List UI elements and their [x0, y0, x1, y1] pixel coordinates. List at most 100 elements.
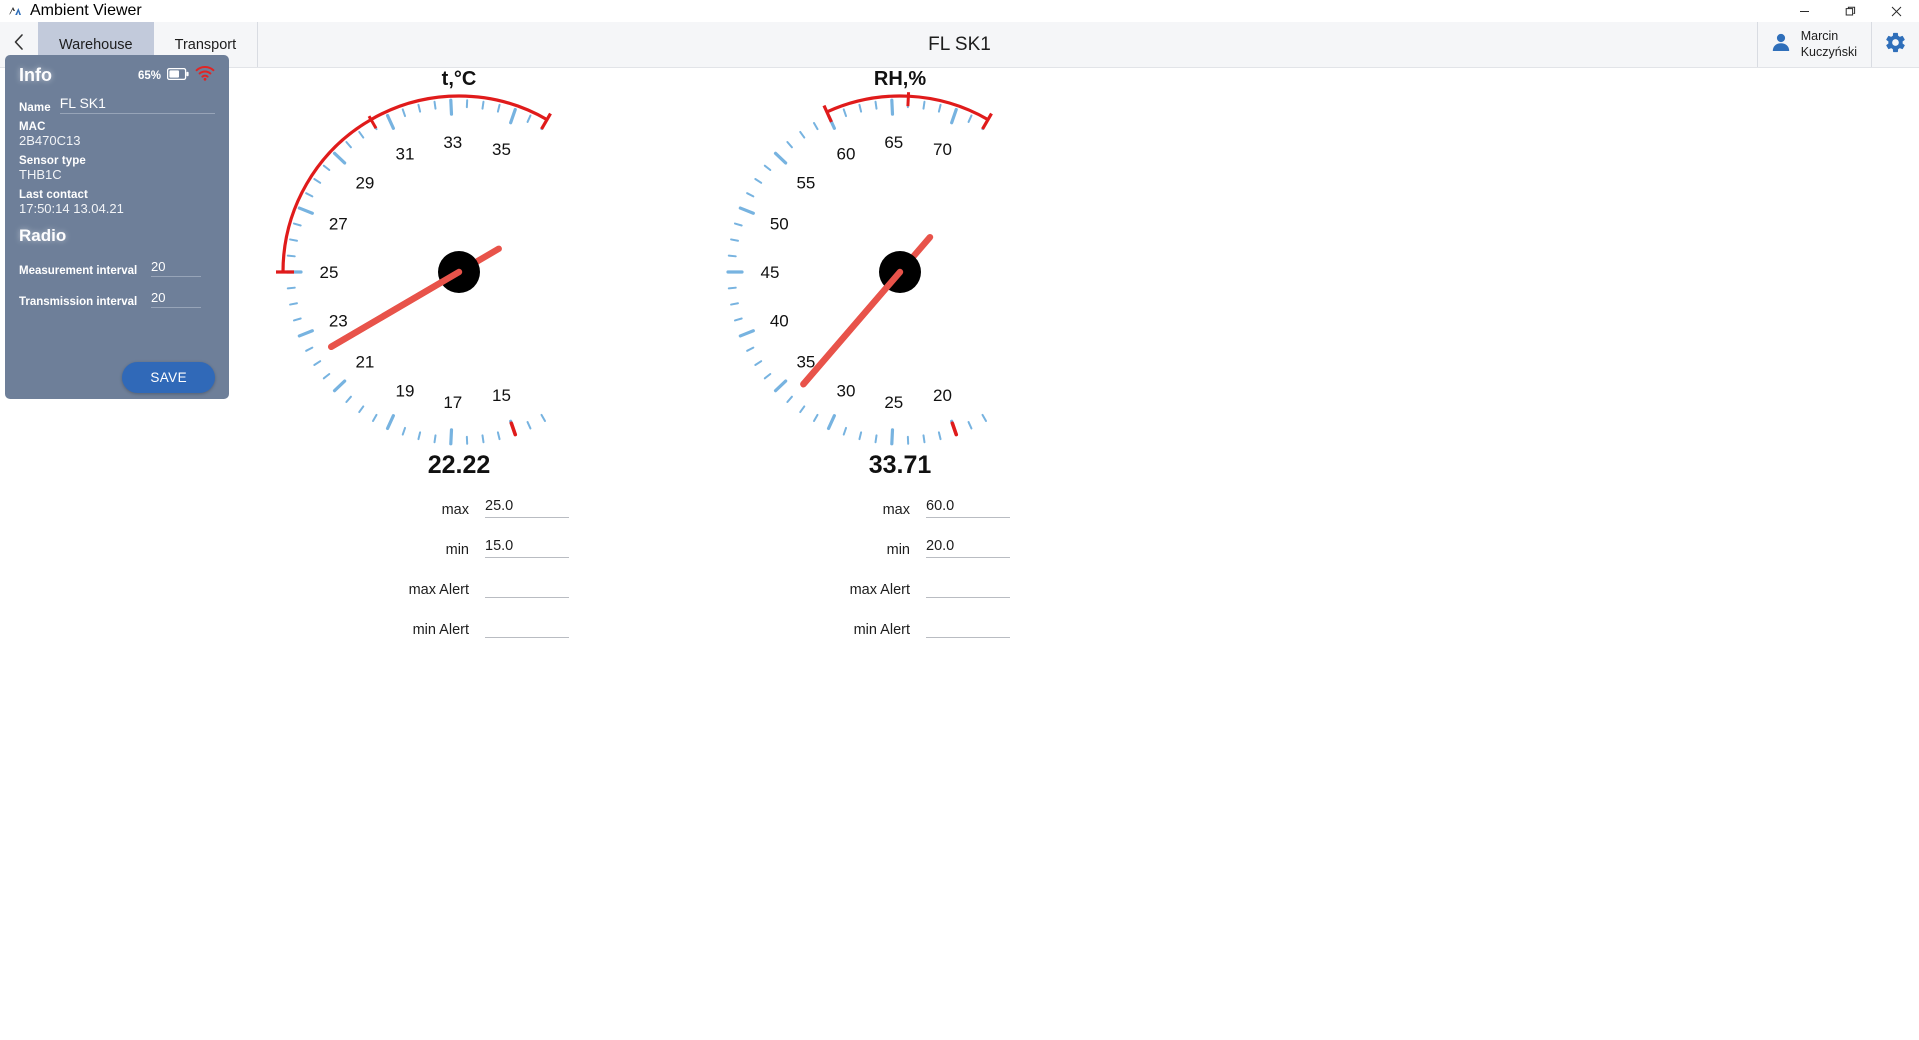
app-title: Ambient Viewer: [30, 2, 142, 19]
gauge-tick-label: 31: [396, 145, 415, 164]
gauge-minor-tick: [922, 434, 926, 444]
transmission-interval-row: Transmission interval 20: [19, 290, 215, 308]
gauge-tick-label: 65: [884, 133, 903, 152]
humidity-gauge-panel: RH,% 20 25 30 35 40 45 50 55 60 65 70 33.71 max 60…: [670, 55, 1130, 658]
gauge-minor-tick: [858, 431, 863, 441]
close-icon[interactable]: [1873, 0, 1919, 22]
temp-min-alert-label: min Alert: [412, 622, 469, 638]
gauge-minor-tick: [345, 141, 352, 149]
temp-min-alert-input[interactable]: [485, 618, 569, 638]
field-row: min 15.0: [229, 538, 689, 558]
device-name-row: Name FL SK1: [19, 95, 215, 114]
user-last-name: Kuczyński: [1800, 44, 1857, 59]
gauge-major-tick: [449, 428, 454, 446]
gauge-minor-tick: [358, 405, 365, 414]
gauge-minor-tick: [754, 178, 763, 184]
gauge-minor-tick: [937, 103, 942, 113]
gauge-minor-tick: [922, 100, 926, 110]
gauge-tick-label: 40: [770, 311, 789, 330]
gauge-minor-tick: [746, 192, 755, 198]
header-right-group: Marcin Kuczyński: [1756, 22, 1919, 67]
gauge-major-tick: [297, 206, 314, 215]
gauge-low-limit-marker: [509, 421, 518, 437]
gauge-minor-tick: [305, 346, 314, 352]
field-row: max Alert: [670, 578, 1130, 598]
maximize-restore-icon[interactable]: [1827, 0, 1873, 22]
rh-min-input[interactable]: 20.0: [926, 538, 1010, 558]
device-name-input[interactable]: FL SK1: [59, 95, 215, 114]
info-sidebar: Info 65% Name FL SK1 MAC 2B470C13 Sensor…: [5, 55, 229, 399]
gauge-tick-label: 21: [355, 353, 374, 372]
gauge-minor-tick: [417, 103, 422, 113]
gauge-minor-tick: [289, 302, 298, 306]
gauge-major-tick: [890, 98, 895, 116]
gauge-tick-label: 25: [884, 393, 903, 412]
gauge-tick-label: 35: [492, 140, 511, 159]
field-row: min Alert: [229, 618, 689, 638]
gauge-minor-tick: [526, 114, 532, 123]
gauge-minor-tick: [481, 100, 485, 110]
gauge-major-tick: [826, 414, 836, 431]
gauge-major-tick: [738, 206, 755, 215]
measurement-interval-input[interactable]: 20: [151, 259, 201, 277]
gauge-tick-label: 50: [770, 215, 789, 234]
mac-label: MAC: [19, 121, 46, 133]
gauge-tick-label: 70: [933, 140, 952, 159]
save-button[interactable]: SAVE: [122, 362, 215, 393]
rh-min-alert-input[interactable]: [926, 618, 1010, 638]
humidity-gauge-dial: 20 25 30 35 40 45 50 55 60 65 70: [670, 87, 1130, 457]
temp-max-alert-input[interactable]: [485, 578, 569, 598]
rh-max-alert-label: max Alert: [849, 582, 910, 598]
gauge-minor-tick: [842, 426, 848, 436]
sensor-type-field: Sensor type THB1C: [19, 155, 215, 182]
gauge-minor-tick: [754, 360, 763, 366]
radio-section-title: Radio: [19, 226, 67, 245]
sensor-type-value: THB1C: [19, 167, 62, 182]
gauge-minor-tick: [786, 395, 793, 403]
sidebar-header-row: Info 65%: [19, 65, 215, 86]
humidity-limit-fields: max 60.0 min 20.0 max Alert min Alert: [670, 498, 1130, 638]
gauge-minor-tick: [981, 413, 987, 422]
last-contact-label: Last contact: [19, 189, 88, 201]
gauge-major-tick: [950, 107, 958, 125]
settings-button[interactable]: [1871, 22, 1919, 67]
gauge-minor-tick: [313, 178, 322, 184]
gauge-minor-tick: [786, 141, 793, 149]
person-icon: [1770, 31, 1792, 58]
gauge-tick-label: 60: [837, 145, 856, 164]
gauge-minor-tick: [799, 130, 806, 139]
mac-field: MAC 2B470C13: [19, 121, 215, 148]
user-profile[interactable]: Marcin Kuczyński: [1756, 22, 1871, 67]
gauge-tick-label: 27: [329, 215, 348, 234]
rh-min-alert-label: min Alert: [853, 622, 910, 638]
gauge-tick-label: 33: [443, 133, 462, 152]
gauge-minor-tick: [937, 431, 942, 441]
gauge-minor-tick: [345, 395, 352, 403]
gear-icon: [1884, 31, 1907, 59]
gauge-minor-tick: [526, 421, 532, 430]
chevron-left-icon: [12, 33, 27, 56]
rh-max-label: max: [882, 502, 910, 518]
gauge-tick-label: 15: [492, 386, 511, 405]
field-row: max 25.0: [229, 498, 689, 518]
gauge-minor-tick: [813, 413, 819, 422]
minimize-icon[interactable]: [1781, 0, 1827, 22]
gauge-major-tick: [385, 113, 395, 130]
temp-min-input[interactable]: 15.0: [485, 538, 569, 558]
title-bar-left: Ambient Viewer: [0, 2, 142, 20]
rh-max-input[interactable]: 60.0: [926, 498, 1010, 518]
transmission-interval-input[interactable]: 20: [151, 290, 201, 308]
gauge-major-tick: [332, 379, 347, 393]
temp-max-input[interactable]: 25.0: [485, 498, 569, 518]
gauge-minor-tick: [799, 405, 806, 414]
gauge-minor-tick: [540, 413, 546, 422]
gauge-minor-tick: [286, 286, 296, 290]
tab-transport-label: Transport: [174, 36, 237, 53]
gauge-minor-tick: [727, 286, 737, 290]
ambient-viewer-logo-icon: [8, 4, 22, 18]
gauge-low-limit-marker: [950, 421, 959, 437]
gauge-minor-tick: [289, 238, 298, 242]
measurement-interval-row: Measurement interval 20: [19, 259, 215, 277]
rh-max-alert-input[interactable]: [926, 578, 1010, 598]
device-status-group: 65%: [138, 65, 215, 86]
